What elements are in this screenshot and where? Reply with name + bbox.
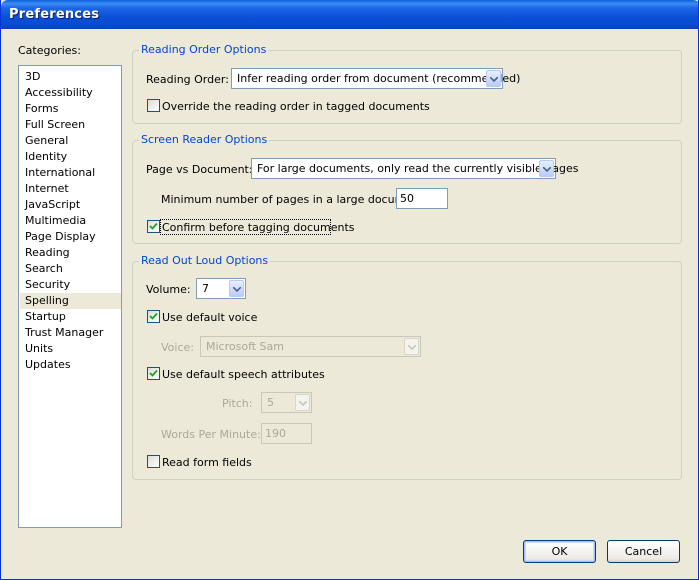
screen-reader-group-title: Screen Reader Options (139, 133, 270, 146)
chevron-down-icon[interactable] (486, 70, 501, 87)
min-pages-label: Minimum number of pages in a large docum… (161, 193, 428, 206)
category-item-international[interactable]: International (20, 165, 121, 181)
words-per-minute-label: Words Per Minute: (161, 428, 261, 441)
pitch-select[interactable]: 5 (261, 392, 312, 413)
category-item-security[interactable]: Security (20, 277, 121, 293)
override-reading-order-checkbox[interactable] (147, 99, 160, 112)
reading-order-select[interactable]: Infer reading order from document (recom… (231, 68, 520, 89)
volume-value: 7 (202, 282, 209, 295)
category-item-full-screen[interactable]: Full Screen (20, 117, 121, 133)
category-item-forms[interactable]: Forms (20, 101, 121, 117)
category-item-3d[interactable]: 3D (20, 69, 121, 85)
checkmark-icon (149, 222, 158, 230)
ok-button[interactable]: OK (523, 540, 596, 563)
category-item-units[interactable]: Units (20, 341, 121, 357)
reading-order-value: Infer reading order from document (recom… (237, 72, 521, 85)
category-item-search[interactable]: Search (20, 261, 121, 277)
category-item-multimedia[interactable]: Multimedia (20, 213, 121, 229)
category-item-updates[interactable]: Updates (20, 357, 121, 373)
pitch-value: 5 (267, 396, 274, 409)
categories-list[interactable]: 3D Accessibility Forms Full Screen General Id… (18, 65, 122, 528)
category-item-javascript[interactable]: JavaScript (20, 197, 121, 213)
override-reading-order-label: Override the reading order in tagged doc… (162, 100, 430, 113)
category-item-spelling[interactable]: Spelling (20, 293, 121, 309)
voice-label: Voice: (161, 341, 194, 354)
category-item-startup[interactable]: Startup (20, 309, 121, 325)
window-title: Preferences (9, 7, 100, 22)
chevron-down-icon (404, 338, 419, 355)
page-vs-document-label: Page vs Document: (146, 163, 253, 176)
chevron-down-icon[interactable] (229, 280, 244, 297)
read-out-loud-group-title: Read Out Loud Options (139, 254, 271, 267)
confirm-tagging-checkbox[interactable] (147, 220, 160, 233)
categories-label: Categories: (18, 44, 81, 57)
voice-value: Microsoft Sam (206, 340, 284, 353)
voice-select[interactable]: Microsoft Sam (200, 336, 421, 357)
page-vs-document-value: For large documents, only read the curre… (257, 162, 579, 175)
checkmark-icon (149, 369, 158, 377)
cancel-button[interactable]: Cancel (607, 540, 680, 563)
title-bar[interactable]: Preferences (1, 0, 698, 29)
use-default-voice-label: Use default voice (162, 311, 258, 324)
min-pages-input[interactable]: 50 (396, 188, 448, 209)
category-item-trust-manager[interactable]: Trust Manager (20, 325, 121, 341)
category-item-reading[interactable]: Reading (20, 245, 121, 261)
category-item-page-display[interactable]: Page Display (20, 229, 121, 245)
read-form-fields-label: Read form fields (162, 456, 252, 469)
reading-order-label: Reading Order: (146, 73, 229, 86)
read-form-fields-checkbox[interactable] (147, 455, 160, 468)
category-item-identity[interactable]: Identity (20, 149, 121, 165)
preferences-window: Preferences Categories: 3D Accessibility F… (0, 0, 699, 580)
category-item-general[interactable]: General (20, 133, 121, 149)
use-default-voice-checkbox[interactable] (147, 310, 160, 323)
reading-order-group-title: Reading Order Options (139, 43, 269, 56)
category-item-internet[interactable]: Internet (20, 181, 121, 197)
use-default-speech-checkbox[interactable] (147, 367, 160, 380)
use-default-speech-label: Use default speech attributes (162, 368, 325, 381)
pitch-label: Pitch: (222, 397, 253, 410)
chevron-down-icon[interactable] (539, 160, 554, 177)
checkmark-icon (149, 312, 158, 320)
words-per-minute-input[interactable]: 190 (261, 423, 312, 444)
volume-select[interactable]: 7 (196, 278, 246, 299)
volume-label: Volume: (146, 283, 191, 296)
min-pages-value: 50 (400, 192, 414, 205)
words-per-minute-value: 190 (265, 427, 286, 440)
category-item-accessibility[interactable]: Accessibility (20, 85, 121, 101)
page-vs-document-select[interactable]: For large documents, only read the curre… (251, 158, 578, 179)
chevron-down-icon (295, 394, 310, 411)
confirm-tagging-label: Confirm before tagging documents (162, 221, 355, 234)
